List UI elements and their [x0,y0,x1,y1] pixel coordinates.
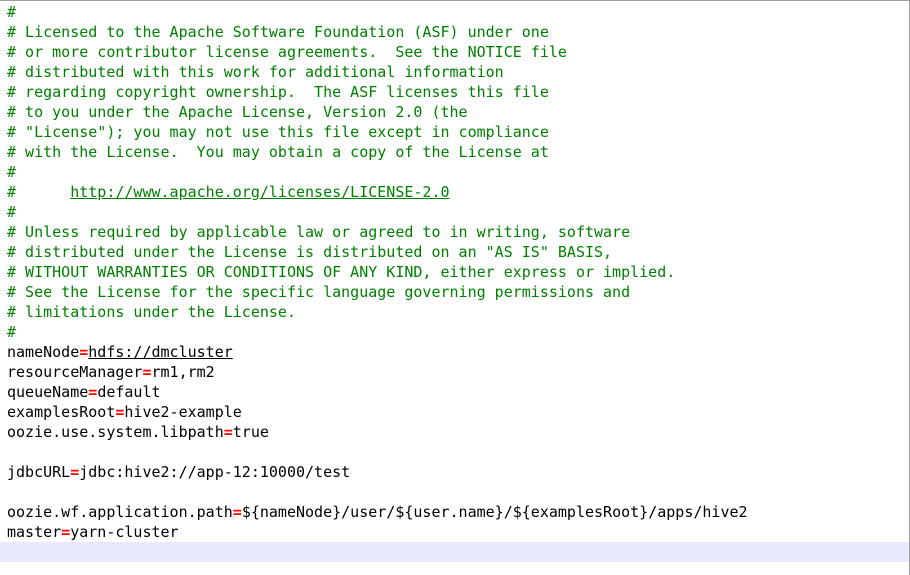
comment-line: # Unless required by applicable law or a… [7,223,631,241]
comment-line: # See the License for the specific langu… [7,283,631,301]
equals-operator: = [70,463,80,481]
property-key: jdbcURL [7,463,71,481]
property-key: resourceManager [7,363,143,381]
property-key: master [7,523,62,541]
property-key: examplesRoot [7,403,116,421]
property-key: queueName [7,383,89,401]
comment-line: # [7,3,17,21]
comment-line: # distributed with this work for additio… [7,63,504,81]
property-value: true [232,423,269,441]
comment-line: # WITHOUT WARRANTIES OR CONDITIONS OF AN… [7,263,676,281]
license-url-line: # http://www.apache.org/licenses/LICENSE… [0,182,909,202]
comment-line: # [7,163,17,181]
property-value: jdbc:hive2://app-12:10000/test [79,463,351,481]
equals-operator: = [142,363,152,381]
property-value: default [97,383,161,401]
comment-line: # [7,203,17,221]
text-editor[interactable]: # # Licensed to the Apache Software Foun… [0,0,910,575]
property-line-master: master=yarn-cluster [0,522,909,542]
equals-operator: = [88,383,98,401]
property-value: yarn-cluster [70,523,179,541]
equals-operator: = [61,523,71,541]
comment-line: # to you under the Apache License, Versi… [7,103,468,121]
comment-line: # "License"); you may not use this file … [7,123,549,141]
comment-line: # with the License. You may obtain a cop… [7,143,549,161]
equals-operator: = [79,343,89,361]
property-value: hive2-example [124,403,242,421]
comment-prefix: # [7,183,71,201]
property-line-namenode: nameNode=hdfs://dmcluster [0,342,909,362]
property-line-queuename: queueName=default [0,382,909,402]
current-line-caret[interactable] [0,542,909,562]
comment-line: # limitations under the License. [7,303,296,321]
comment-line: # Licensed to the Apache Software Founda… [7,23,549,41]
property-key: nameNode [7,343,80,361]
equals-operator: = [232,503,242,521]
comment-line: # regarding copyright ownership. The ASF… [7,83,549,101]
comment-line: # or more contributor license agreements… [7,43,567,61]
property-value[interactable]: hdfs://dmcluster [88,343,233,361]
license-url-link[interactable]: http://www.apache.org/licenses/LICENSE-2… [70,183,449,201]
property-value: ${nameNode}/user/${user.name}/${examples… [241,503,748,521]
property-line-resourcemanager: resourceManager=rm1,rm2 [0,362,909,382]
comment-line: # [7,323,17,341]
comment-line: # distributed under the License is distr… [7,243,613,261]
property-line-examplesroot: examplesRoot=hive2-example [0,402,909,422]
equals-operator: = [223,423,233,441]
editor-lines: # # Licensed to the Apache Software Foun… [0,2,909,562]
property-key: oozie.use.system.libpath [7,423,224,441]
property-line-libpath: oozie.use.system.libpath=true [0,422,909,442]
property-key: oozie.wf.application.path [7,503,233,521]
property-line-app-path: oozie.wf.application.path=${nameNode}/us… [0,502,909,522]
property-value: rm1,rm2 [151,363,215,381]
property-line-jdbcurl: jdbcURL=jdbc:hive2://app-12:10000/test [0,462,909,482]
